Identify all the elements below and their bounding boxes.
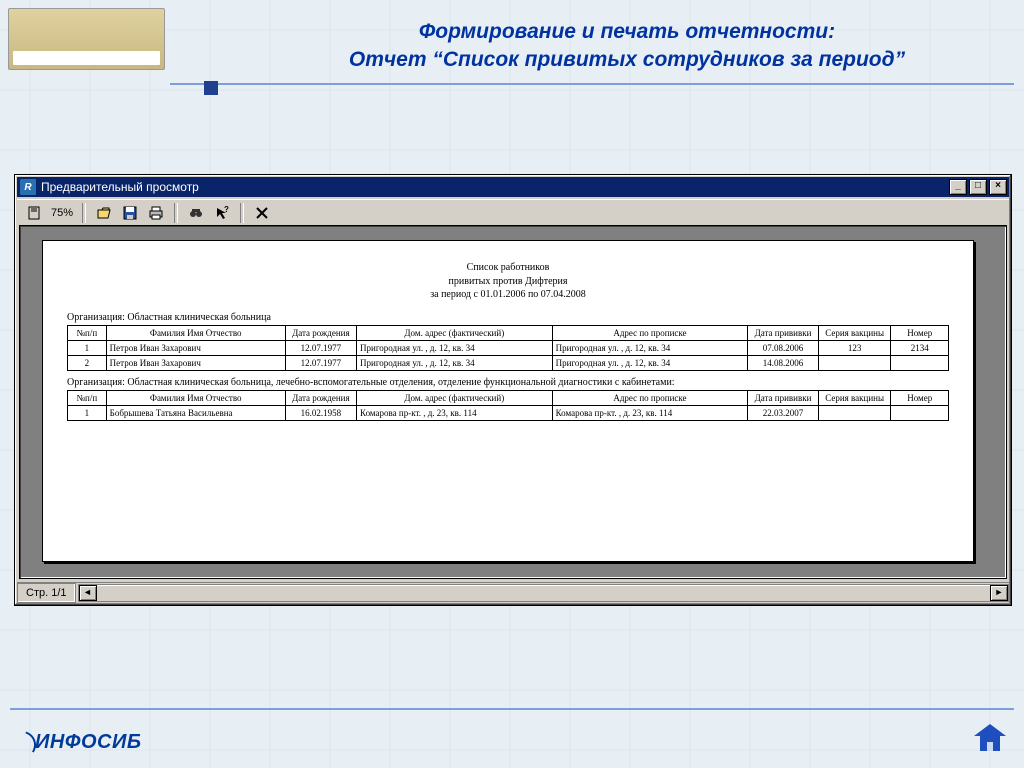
- col-header: Номер: [891, 325, 949, 340]
- find-button[interactable]: [185, 202, 207, 224]
- col-header: Номер: [891, 390, 949, 405]
- col-header: Дом. адрес (фактический): [357, 390, 553, 405]
- maximize-button[interactable]: □: [969, 179, 987, 195]
- app-icon: R: [19, 178, 37, 196]
- report-page: Список работников привитых против Дифтер…: [42, 240, 974, 562]
- title-bar: R Предварительный просмотр _ □ ×: [17, 177, 1009, 197]
- report-title-l1: Список работников: [67, 261, 949, 275]
- window-title: Предварительный просмотр: [41, 180, 199, 194]
- folder-open-icon: [97, 206, 111, 220]
- org-label: Организация: Областная клиническая больн…: [67, 312, 949, 323]
- col-header: Дом. адрес (фактический): [357, 325, 553, 340]
- header-rule: [170, 83, 1014, 85]
- home-button[interactable]: [974, 724, 1006, 754]
- col-header: Дата рождения: [285, 325, 356, 340]
- report-title-l3: за период с 01.01.2006 по 07.04.2008: [67, 288, 949, 302]
- col-header: Серия вакцины: [818, 325, 891, 340]
- header-tab: [204, 81, 218, 95]
- col-header: Дата прививки: [748, 390, 819, 405]
- document-area[interactable]: Список работников привитых против Дифтер…: [19, 225, 1007, 579]
- col-header: №п/п: [68, 325, 107, 340]
- headline-line-1: Формирование и печать отчетности:: [260, 18, 994, 46]
- print-button[interactable]: [145, 202, 167, 224]
- col-header: Серия вакцины: [818, 390, 891, 405]
- report-title: Список работников привитых против Дифтер…: [67, 261, 949, 302]
- table-row: 1Петров Иван Захарович12.07.1977Пригород…: [68, 340, 949, 355]
- report-title-l2: привитых против Дифтерия: [67, 275, 949, 289]
- col-header: Фамилия Имя Отчество: [106, 390, 285, 405]
- x-icon: [256, 207, 268, 219]
- table-row: 1Бобрышева Татьяна Васильевна16.02.1958К…: [68, 405, 949, 420]
- zoom-value[interactable]: 75%: [49, 207, 75, 219]
- col-header: Дата прививки: [748, 325, 819, 340]
- slide-corner-logo: [8, 8, 165, 70]
- footer-rule: [10, 708, 1014, 710]
- col-header: Дата рождения: [285, 390, 356, 405]
- headline-line-2: Отчет “Список привитых сотрудников за пе…: [260, 46, 994, 74]
- page-indicator: Стр. 1/1: [17, 583, 76, 603]
- binoculars-icon: [189, 206, 203, 220]
- open-button[interactable]: [93, 202, 115, 224]
- close-button[interactable]: ×: [989, 179, 1007, 195]
- footer-logo: ИНФОСИБ: [22, 731, 142, 754]
- close-preview-button[interactable]: [251, 202, 273, 224]
- scroll-right-button[interactable]: ►: [990, 585, 1008, 601]
- table-row: 2Петров Иван Захарович12.07.1977Пригород…: [68, 355, 949, 370]
- col-header: №п/п: [68, 390, 107, 405]
- slide-headline: Формирование и печать отчетности: Отчет …: [260, 18, 994, 75]
- svg-text:?: ?: [224, 206, 229, 214]
- scroll-left-button[interactable]: ◄: [79, 585, 97, 601]
- help-button[interactable]: ?: [211, 202, 233, 224]
- print-preview-window: R Предварительный просмотр _ □ × 75%: [14, 174, 1012, 606]
- col-header: Адрес по прописке: [552, 325, 748, 340]
- org-label: Организация: Областная клиническая больн…: [67, 377, 949, 388]
- report-table: №п/пФамилия Имя ОтчествоДата рожденияДом…: [67, 390, 949, 421]
- printer-icon: [149, 206, 163, 220]
- col-header: Адрес по прописке: [552, 390, 748, 405]
- floppy-icon: [123, 206, 137, 220]
- save-button[interactable]: [119, 202, 141, 224]
- fit-page-icon: [27, 206, 41, 220]
- minimize-button[interactable]: _: [949, 179, 967, 195]
- fit-page-button[interactable]: [23, 202, 45, 224]
- toolbar: 75% ?: [17, 199, 1009, 226]
- horizontal-scrollbar[interactable]: ◄ ►: [78, 584, 1009, 602]
- col-header: Фамилия Имя Отчество: [106, 325, 285, 340]
- report-table: №п/пФамилия Имя ОтчествоДата рожденияДом…: [67, 325, 949, 371]
- status-bar: Стр. 1/1 ◄ ►: [17, 582, 1009, 603]
- help-pointer-icon: ?: [215, 206, 229, 220]
